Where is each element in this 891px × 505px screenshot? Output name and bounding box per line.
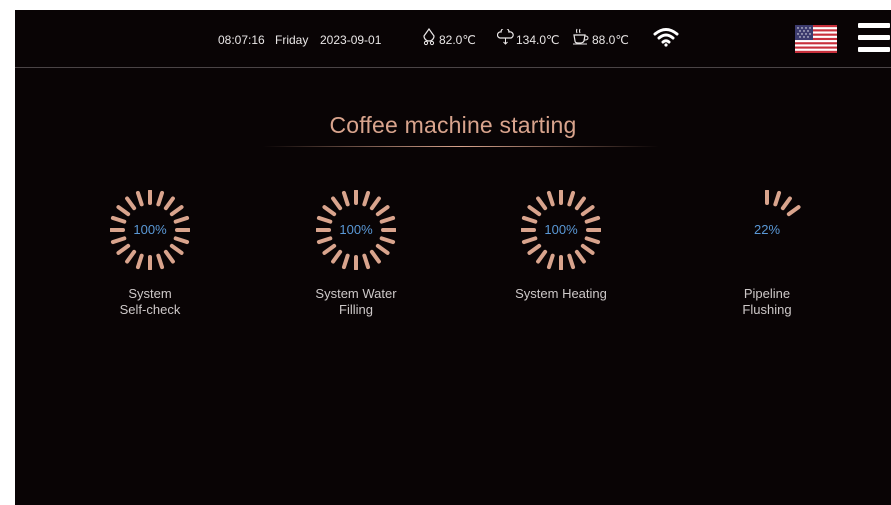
clock-time: 08:07:16 (218, 33, 265, 47)
progress-tick (362, 253, 371, 270)
self-check-progress-dial: 100% (110, 190, 190, 270)
progress-tick (375, 205, 390, 217)
progress-tick (163, 196, 175, 211)
progress-tick (135, 253, 144, 270)
progress-tick (135, 190, 144, 207)
progress-tick (521, 236, 538, 245)
step-label-heating: System Heating (491, 286, 631, 302)
progress-value: 100% (339, 222, 373, 237)
progress-tick (773, 190, 782, 207)
step-label-line1: System Heating (515, 286, 607, 301)
weekday: Friday (275, 33, 309, 47)
progress-tick (584, 236, 601, 245)
progress-tick (379, 236, 396, 245)
water-drop-temp-icon (421, 27, 437, 49)
progress-tick (536, 196, 548, 211)
water-filling-progress-dial: 100% (316, 190, 396, 270)
progress-tick (580, 205, 595, 217)
progress-value: 22% (753, 222, 781, 237)
progress-tick (322, 243, 337, 255)
step-label-line2: Flushing (742, 302, 792, 317)
progress-value: 100% (133, 222, 167, 237)
progress-tick (110, 236, 127, 245)
progress-tick (362, 190, 371, 207)
us-flag-icon[interactable] (795, 25, 837, 53)
progress-tick (341, 190, 350, 207)
coffee-cup-icon (572, 28, 590, 48)
status-bar: 08:07:16 Friday 2023-09-01 82.0℃ 134.0℃ (15, 10, 891, 68)
progress-tick (527, 243, 542, 255)
progress-tick (546, 253, 555, 270)
progress-tick (341, 253, 350, 270)
progress-tick (780, 196, 792, 211)
progress-tick (173, 236, 190, 245)
machine-screen: 08:07:16 Friday 2023-09-01 82.0℃ 134.0℃ (15, 10, 891, 505)
progress-tick (156, 190, 165, 207)
progress-tick (116, 205, 131, 217)
progress-tick (527, 205, 542, 217)
steam-cloud-icon (496, 27, 514, 48)
progress-tick (331, 249, 343, 264)
wifi-icon[interactable] (653, 27, 679, 50)
progress-tick (536, 249, 548, 264)
progress-tick (369, 249, 381, 264)
progress-tick (786, 205, 801, 217)
step-label-line2: Filling (339, 302, 373, 317)
page-title: Coffee machine starting (329, 112, 577, 138)
progress-tick (574, 249, 586, 264)
steam-temperature: 134.0℃ (516, 33, 560, 47)
progress-tick (169, 243, 184, 255)
step-label-line1: System (128, 286, 172, 301)
brew-temperature: 88.0℃ (592, 33, 629, 47)
progress-tick (125, 249, 137, 264)
progress-tick (369, 196, 381, 211)
progress-tick (375, 243, 390, 255)
progress-tick (316, 236, 333, 245)
step-label-water-filling: System Water Filling (286, 286, 426, 318)
title-underline (263, 146, 659, 147)
progress-value: 100% (544, 222, 578, 237)
progress-tick (169, 205, 184, 217)
step-label-line1: Pipeline (743, 286, 791, 301)
step-label-line1: System Water (315, 286, 397, 301)
progress-tick (116, 243, 131, 255)
step-label-self-check: System Self-check (80, 286, 220, 318)
progress-tick (125, 196, 137, 211)
date: 2023-09-01 (320, 33, 382, 47)
progress-tick (331, 196, 343, 211)
hamburger-menu-icon[interactable] (858, 22, 890, 54)
progress-tick (567, 190, 576, 207)
progress-tick (163, 249, 175, 264)
pipeline-flushing-progress-dial: 22% (727, 190, 807, 270)
heating-progress-dial: 100% (521, 190, 601, 270)
progress-tick (567, 253, 576, 270)
step-label-line2: Self-check (119, 302, 181, 317)
boiler-temperature: 82.0℃ (439, 33, 476, 47)
progress-tick (322, 205, 337, 217)
progress-tick (156, 253, 165, 270)
progress-tick (546, 190, 555, 207)
progress-tick (580, 243, 595, 255)
step-label-pipeline-flushing: Pipeline Flushing (697, 286, 837, 318)
progress-tick (574, 196, 586, 211)
